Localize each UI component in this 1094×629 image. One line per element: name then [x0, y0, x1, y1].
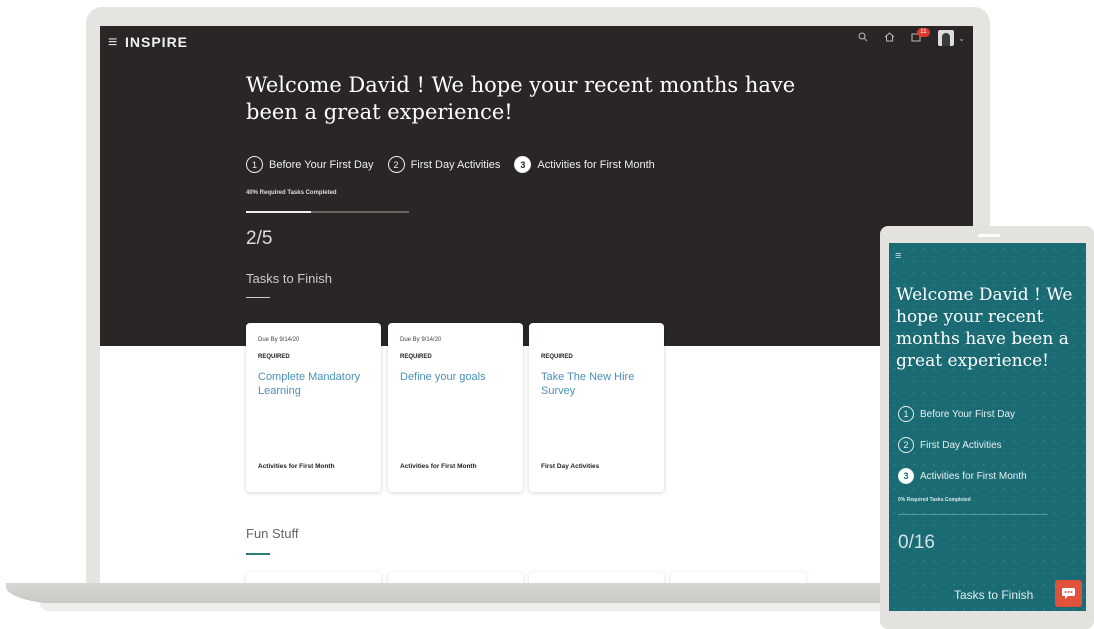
card-required-label: REQUIRED: [400, 354, 432, 360]
required-tasks-status: 0% Required Tasks Completed: [898, 497, 971, 503]
fun-card[interactable]: [671, 572, 806, 583]
app-logo[interactable]: INSPIRE: [125, 34, 188, 50]
step-number: 3: [514, 156, 532, 173]
step-before-first-day[interactable]: 1 Before Your First Day: [246, 156, 374, 173]
card-required-label: REQUIRED: [541, 354, 573, 360]
phone-screen: ≡ Welcome David ! We hope your recent mo…: [889, 243, 1086, 611]
welcome-heading: Welcome David ! We hope your recent mont…: [246, 73, 796, 124]
notification-badge: 11: [917, 27, 930, 37]
card-category: Activities for First Month: [400, 463, 477, 470]
card-title-link[interactable]: Take The New Hire Survey: [541, 370, 653, 398]
fun-stuff-divider: [246, 553, 270, 555]
laptop-base-shadow: [40, 603, 1020, 611]
step-label: Before Your First Day: [920, 408, 1016, 420]
step-activities-first-month[interactable]: 3 Activities for First Month: [898, 468, 1027, 484]
step-first-day-activities[interactable]: 2 First Day Activities: [387, 156, 501, 173]
step-label: Activities for First Month: [920, 470, 1027, 482]
step-number: 1: [246, 156, 263, 173]
progress-bar: [246, 211, 409, 213]
step-label: First Day Activities: [920, 439, 1002, 451]
step-number: 1: [898, 406, 914, 422]
step-label: First Day Activities: [410, 158, 501, 171]
task-card[interactable]: Due By 9/14/20 REQUIRED Define your goal…: [388, 323, 523, 492]
laptop-screen: ≡ INSPIRE 11 ⌄ Welcome David ! We hope y…: [100, 26, 973, 583]
card-category: First Day Activities: [541, 463, 600, 470]
fun-card[interactable]: [246, 572, 381, 583]
step-label: Before Your First Day: [269, 158, 374, 171]
task-card[interactable]: REQUIRED Take The New Hire Survey First …: [529, 323, 664, 492]
phone-frame: ≡ Welcome David ! We hope your recent mo…: [880, 226, 1094, 629]
phone-speaker: [978, 234, 1000, 237]
progress-fill: [246, 211, 312, 213]
hero-banner: ≡ INSPIRE 11 ⌄ Welcome David ! We hope y…: [100, 26, 973, 346]
card-due-date: Due By 9/14/20: [258, 337, 300, 343]
fun-card[interactable]: [388, 572, 523, 583]
task-count: 0/16: [898, 532, 935, 553]
task-card[interactable]: Due By 9/14/20 REQUIRED Complete Mandato…: [246, 323, 381, 492]
search-icon[interactable]: [858, 32, 868, 45]
fun-card[interactable]: [529, 572, 664, 583]
home-icon[interactable]: [884, 31, 895, 45]
step-first-day-activities[interactable]: 2 First Day Activities: [898, 437, 1027, 453]
card-title-link[interactable]: Define your goals: [400, 370, 512, 384]
topbar-actions: 11 ⌄: [858, 27, 965, 46]
step-number: 2: [387, 156, 405, 173]
tasks-divider: [246, 297, 270, 298]
tasks-section-title: Tasks to Finish: [954, 588, 1034, 602]
required-tasks-status: 40% Required Tasks Completed: [246, 190, 337, 196]
card-category: Activities for First Month: [258, 463, 335, 470]
chevron-down-icon[interactable]: ⌄: [958, 34, 965, 43]
chat-icon[interactable]: [1055, 580, 1082, 607]
step-label: Activities for First Month: [537, 158, 655, 171]
welcome-heading: Welcome David ! We hope your recent mont…: [896, 285, 1073, 371]
hamburger-menu-icon[interactable]: ≡: [108, 34, 117, 52]
fun-stuff-title: Fun Stuff: [246, 526, 299, 541]
user-avatar[interactable]: [938, 30, 955, 46]
onboarding-steps: 1 Before Your First Day 2 First Day Acti…: [898, 406, 1027, 499]
step-activities-first-month[interactable]: 3 Activities for First Month: [514, 156, 655, 173]
card-title-link[interactable]: Complete Mandatory Learning: [258, 370, 370, 398]
progress-bar: [898, 514, 1048, 515]
step-number: 2: [898, 437, 914, 453]
notifications-icon[interactable]: 11: [911, 27, 930, 45]
onboarding-steps: 1 Before Your First Day 2 First Day Acti…: [246, 156, 655, 173]
step-before-first-day[interactable]: 1 Before Your First Day: [898, 406, 1027, 422]
hamburger-menu-icon[interactable]: ≡: [895, 250, 901, 262]
card-due-date: Due By 9/14/20: [400, 337, 442, 343]
card-required-label: REQUIRED: [258, 354, 290, 360]
task-count: 2/5: [246, 228, 273, 249]
tasks-section-title: Tasks to Finish: [246, 271, 332, 286]
step-number: 3: [898, 468, 914, 484]
